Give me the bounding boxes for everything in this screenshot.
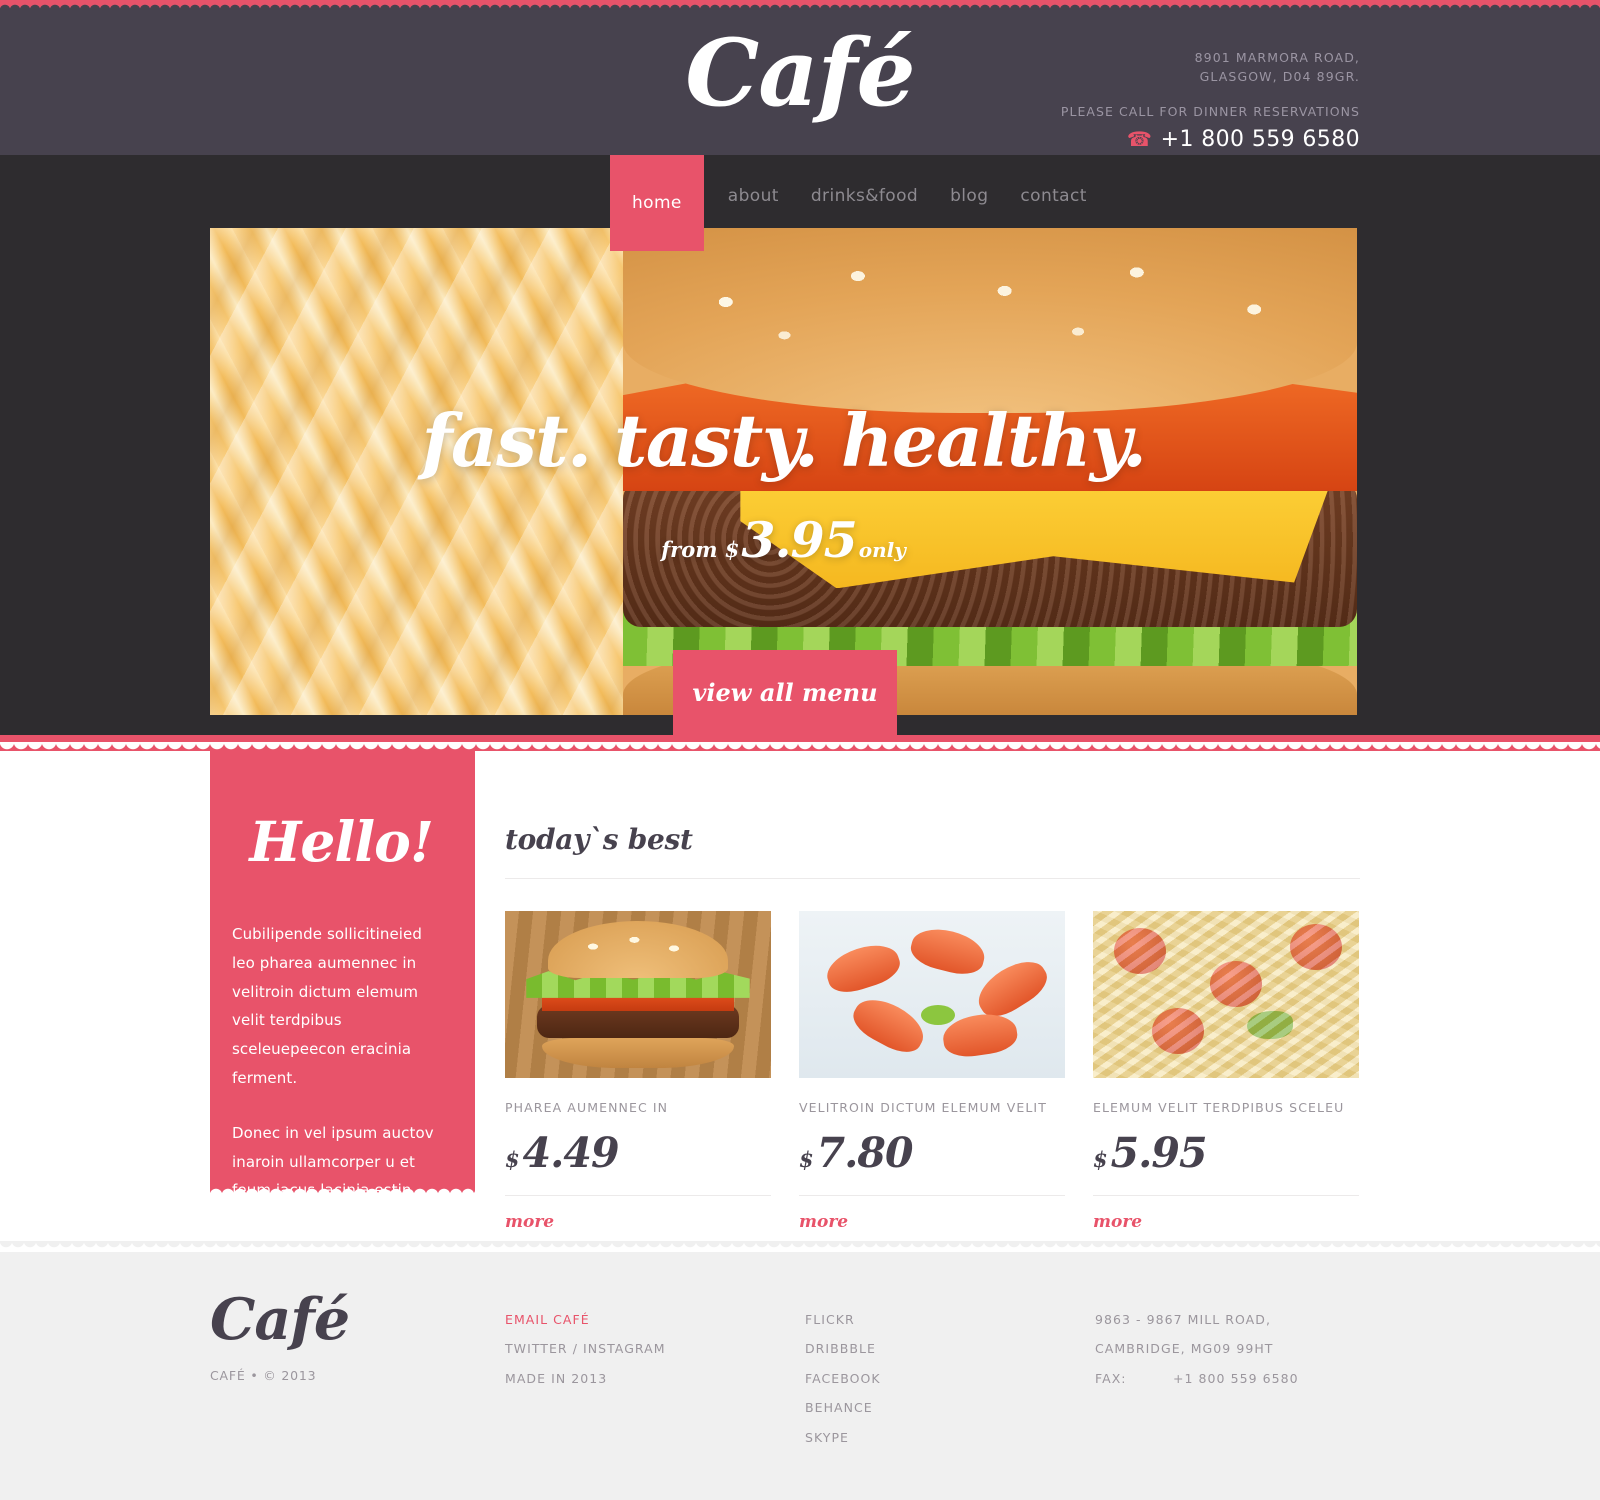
- header-address-line-2: GLASGOW, D04 89GR.: [1199, 69, 1360, 85]
- price-value: 7.80: [816, 1129, 914, 1177]
- product-price: $7.80: [799, 1129, 1065, 1177]
- site-header: Café 8901 MARMORA ROAD, GLASGOW, D04 89G…: [0, 10, 1600, 155]
- hero-banner: fast. tasty. healthy. from $3.95 only: [210, 228, 1357, 715]
- title-divider: [505, 878, 1360, 879]
- header-phone[interactable]: ☎ +1 800 559 6580: [1061, 127, 1360, 152]
- hero-price-amount: 3.95: [741, 511, 857, 569]
- product-name: ELEMUM VELIT TERDPIBUS SCELEU: [1093, 1100, 1345, 1115]
- nav-item-contact[interactable]: contact: [1004, 155, 1102, 237]
- section-title: today`s best: [505, 823, 693, 856]
- footer-social-behance[interactable]: BEHANCE: [805, 1393, 1095, 1422]
- burger-top-bun: [622, 228, 1357, 414]
- product-more-link[interactable]: more: [799, 1212, 1065, 1232]
- hero-price-suffix: only: [858, 538, 906, 562]
- product-more-link[interactable]: more: [505, 1212, 771, 1232]
- footer-copyright: CAFÉ • © 2013: [210, 1368, 317, 1383]
- currency-symbol: $: [505, 1147, 520, 1172]
- footer-address-column: 9863 - 9867 MILL ROAD, CAMBRIDGE, MG09 9…: [1095, 1291, 1395, 1452]
- reservation-note: PLEASE CALL FOR DINNER RESERVATIONS: [1060, 103, 1360, 119]
- hero-price-prefix: from $: [661, 537, 740, 562]
- view-all-menu-button[interactable]: view all menu: [673, 650, 897, 735]
- hello-panel: Hello! Cubilipende sollicitineied leo ph…: [210, 751, 475, 1257]
- product-image-pasta[interactable]: [1093, 911, 1359, 1078]
- currency-symbol: $: [1093, 1147, 1108, 1172]
- price-value: 4.49: [522, 1129, 620, 1177]
- footer-social-facebook[interactable]: FACEBOOK: [805, 1364, 1095, 1393]
- product-image-burger[interactable]: [505, 911, 771, 1078]
- product-name: VELITROIN DICTUM ELEMUM VELIT: [799, 1100, 1047, 1115]
- top-scallop-border: [0, 0, 1600, 10]
- footer-fax-value: +1 800 559 6580: [1173, 1370, 1299, 1386]
- todays-best-section: today`s best PHAREA AUMENNEC IN $4.49 mo…: [505, 751, 1360, 1232]
- header-contacts: 8901 MARMORA ROAD, GLASGOW, D04 89GR. PL…: [1061, 48, 1360, 152]
- main-navigation: home about drinks&food blog contact: [0, 155, 1600, 251]
- page-root: Café 8901 MARMORA ROAD, GLASGOW, D04 89G…: [0, 0, 1600, 1500]
- footer-link-made-in: MADE IN 2013: [505, 1370, 608, 1386]
- nav-item-blog[interactable]: blog: [934, 155, 1004, 237]
- price-value: 5.95: [1110, 1129, 1208, 1177]
- header-address-line-1: 8901 MARMORA ROAD,: [1194, 50, 1360, 65]
- product-card[interactable]: PHAREA AUMENNEC IN $4.49 more: [505, 911, 771, 1232]
- product-price: $4.49: [505, 1129, 771, 1177]
- footer-social-column: FLICKR DRIBBBLE FACEBOOK BEHANCE SKYPE: [805, 1291, 1095, 1452]
- card-divider: [505, 1195, 771, 1196]
- footer-fax-label: FAX:: [1095, 1370, 1127, 1386]
- main-content: Hello! Cubilipende sollicitineied leo ph…: [0, 751, 1600, 1257]
- footer-link-email[interactable]: EMAIL CAFÉ: [505, 1305, 805, 1334]
- header-phone-number: +1 800 559 6580: [1160, 126, 1360, 152]
- product-card[interactable]: ELEMUM VELIT TERDPIBUS SCELEU $5.95 more: [1093, 911, 1359, 1232]
- product-image-shrimp[interactable]: [799, 911, 1065, 1078]
- nav-item-about[interactable]: about: [712, 155, 795, 237]
- card-divider: [799, 1195, 1065, 1196]
- footer-social-dribbble[interactable]: DRIBBBLE: [805, 1334, 1095, 1363]
- hello-title: Hello!: [249, 809, 434, 874]
- pink-scallop-divider: [0, 735, 1600, 751]
- footer-address-line-2: CAMBRIDGE, MG09 99HT: [1095, 1341, 1274, 1357]
- footer-social-flickr[interactable]: FLICKR: [805, 1305, 1095, 1334]
- site-footer: Café CAFÉ • © 2013 EMAIL CAFÉ TWITTER / …: [0, 1241, 1600, 1500]
- product-card[interactable]: VELITROIN DICTUM ELEMUM VELIT $7.80 more: [799, 911, 1065, 1232]
- footer-logo: Café: [210, 1286, 350, 1353]
- card-divider: [1093, 1195, 1359, 1196]
- footer-link-twitter-instagram[interactable]: TWITTER / INSTAGRAM: [505, 1334, 805, 1363]
- site-logo: Café: [685, 18, 915, 127]
- footer-links-column: EMAIL CAFÉ TWITTER / INSTAGRAM MADE IN 2…: [505, 1291, 805, 1452]
- footer-address-line-1: 9863 - 9867 MILL ROAD,: [1095, 1312, 1271, 1327]
- product-name: PHAREA AUMENNEC IN: [505, 1100, 669, 1115]
- hero-headline: fast. tasty. healthy.: [421, 398, 1147, 483]
- currency-symbol: $: [799, 1147, 814, 1172]
- footer-fax: FAX: +1 800 559 6580: [1095, 1364, 1395, 1393]
- hello-paragraph-1: Cubilipende sollicitineied leo pharea au…: [232, 925, 422, 1087]
- footer-social-skype[interactable]: SKYPE: [805, 1423, 1095, 1452]
- nav-item-drinks-food[interactable]: drinks&food: [795, 155, 934, 237]
- nav-item-home[interactable]: home: [610, 155, 704, 251]
- footer-brand: Café CAFÉ • © 2013: [210, 1291, 505, 1452]
- product-price: $5.95: [1093, 1129, 1359, 1177]
- product-more-link[interactable]: more: [1093, 1212, 1359, 1232]
- product-card-list: PHAREA AUMENNEC IN $4.49 more VELITROIN …: [505, 911, 1360, 1232]
- hero-price: from $3.95 only: [210, 511, 1357, 569]
- phone-icon: ☎: [1126, 127, 1152, 152]
